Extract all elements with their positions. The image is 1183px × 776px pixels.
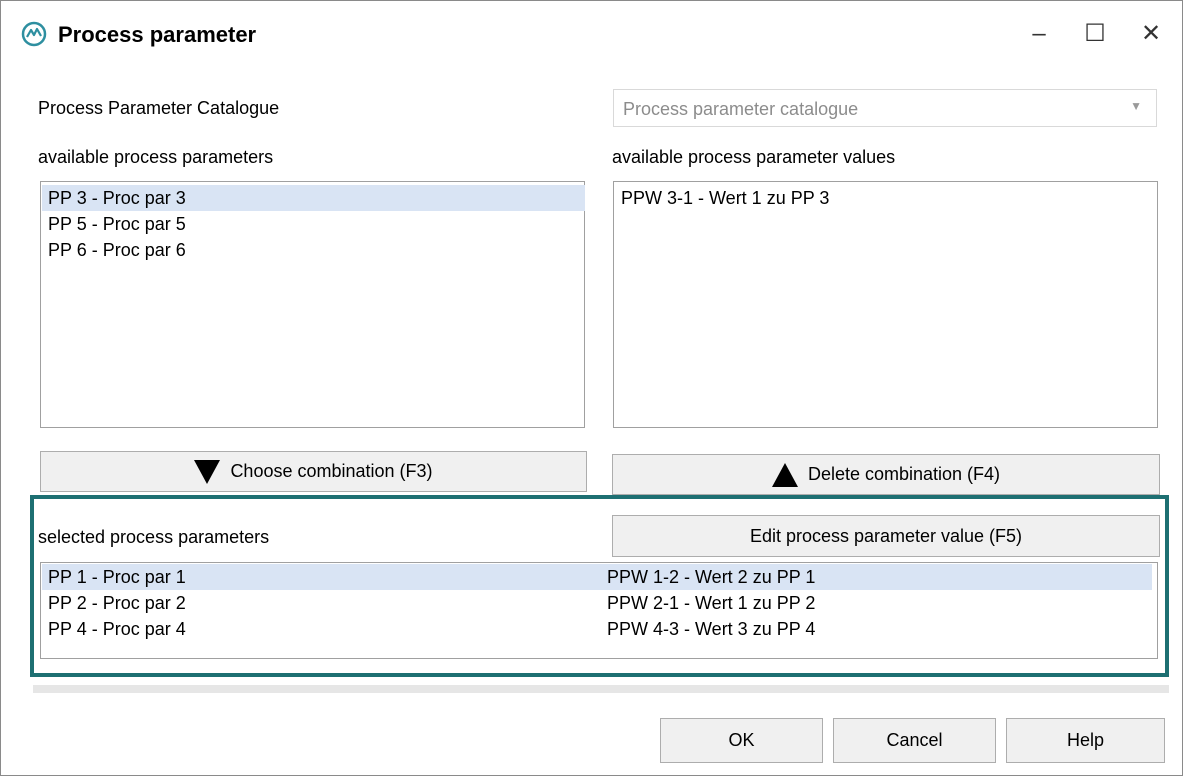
minimize-icon: –: [1032, 20, 1046, 47]
catalogue-label: Process Parameter Catalogue: [38, 98, 280, 118]
chevron-down-icon: ▼: [1130, 99, 1142, 113]
selected-params-list[interactable]: PP 1 - Proc par 1 PPW 1-2 - Wert 2 zu PP…: [40, 562, 1158, 659]
delete-combination-button[interactable]: Delete combination (F4): [612, 454, 1160, 495]
available-params-list[interactable]: PP 3 - Proc par 3 PP 5 - Proc par 5 PP 6…: [40, 181, 585, 428]
list-item-label: PP 6 - Proc par 6: [48, 240, 186, 260]
close-icon: ✕: [1140, 20, 1162, 47]
process-gear-icon: [21, 21, 47, 47]
maximize-icon: ☐: [1084, 20, 1106, 47]
row-param: PP 1 - Proc par 1: [48, 567, 186, 587]
row-value: PPW 4-3 - Wert 3 zu PP 4: [607, 619, 816, 639]
list-item[interactable]: PP 3 - Proc par 3: [42, 185, 585, 211]
window-title: Process parameter: [58, 22, 257, 47]
cancel-label: Cancel: [886, 730, 943, 750]
row-param: PP 2 - Proc par 2: [48, 593, 186, 613]
choose-combination-button[interactable]: Choose combination (F3): [40, 451, 587, 492]
cancel-button[interactable]: Cancel: [833, 718, 996, 763]
available-values-list[interactable]: PPW 3-1 - Wert 1 zu PP 3: [613, 181, 1158, 428]
close-button[interactable]: ✕: [1129, 15, 1173, 53]
row-value: PPW 1-2 - Wert 2 zu PP 1: [607, 567, 816, 587]
choose-combination-label: Choose combination (F3): [230, 461, 433, 481]
title-bar: Process parameter – ☐ ✕: [1, 1, 1182, 65]
help-button[interactable]: Help: [1006, 718, 1165, 763]
maximize-button[interactable]: ☐: [1073, 15, 1117, 53]
list-item[interactable]: PP 6 - Proc par 6: [42, 237, 585, 263]
available-values-label: available process parameter values: [612, 147, 896, 167]
ok-button[interactable]: OK: [660, 718, 823, 763]
row-value: PPW 2-1 - Wert 1 zu PP 2: [607, 593, 816, 613]
process-parameter-dialog: Process parameter – ☐ ✕ Process Paramete…: [0, 0, 1183, 776]
list-item-label: PP 5 - Proc par 5: [48, 214, 186, 234]
minimize-button[interactable]: –: [1017, 15, 1061, 53]
triangle-up-icon: [771, 462, 798, 487]
catalogue-dropdown-placeholder: Process parameter catalogue: [623, 99, 859, 119]
table-row[interactable]: PP 4 - Proc par 4 PPW 4-3 - Wert 3 zu PP…: [42, 616, 1152, 642]
triangle-down-icon: [194, 459, 221, 484]
available-params-label: available process parameters: [38, 147, 274, 167]
separator: [33, 685, 1169, 693]
catalogue-dropdown[interactable]: Process parameter catalogue ▼: [613, 89, 1157, 127]
edit-value-label: Edit process parameter value (F5): [749, 525, 1023, 546]
row-param: PP 4 - Proc par 4: [48, 619, 186, 639]
delete-combination-label: Delete combination (F4): [807, 464, 1001, 484]
list-item-label: PP 3 - Proc par 3: [48, 188, 186, 208]
selected-params-label: selected process parameters: [38, 527, 270, 547]
table-row[interactable]: PP 2 - Proc par 2 PPW 2-1 - Wert 1 zu PP…: [42, 590, 1152, 616]
list-item-label: PPW 3-1 - Wert 1 zu PP 3: [621, 188, 830, 208]
table-row[interactable]: PP 1 - Proc par 1 PPW 1-2 - Wert 2 zu PP…: [42, 564, 1152, 590]
list-item[interactable]: PP 5 - Proc par 5: [42, 211, 585, 237]
list-item[interactable]: PPW 3-1 - Wert 1 zu PP 3: [615, 185, 1158, 211]
ok-label: OK: [728, 730, 755, 750]
edit-value-button[interactable]: Edit process parameter value (F5): [612, 515, 1160, 557]
help-label: Help: [1066, 730, 1105, 750]
